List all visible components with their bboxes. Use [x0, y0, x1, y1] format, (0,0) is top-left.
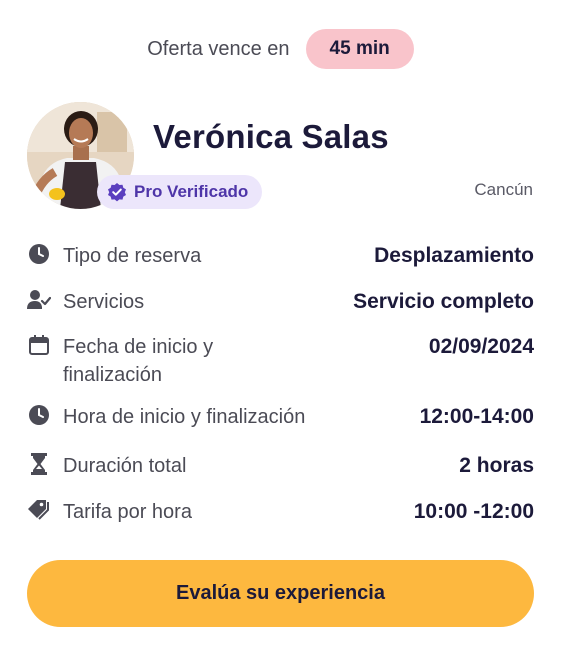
detail-row-booking-type: Tipo de reserva Desplazamiento — [27, 242, 534, 270]
detail-value: 12:00-14:00 — [419, 405, 534, 428]
calendar-icon — [27, 333, 51, 357]
verified-badge: Pro Verificado — [97, 175, 263, 209]
tags-icon — [27, 498, 51, 522]
detail-value: 10:00 -12:00 — [413, 500, 534, 523]
rate-experience-button[interactable]: Evalúa su experiencia — [27, 560, 534, 627]
detail-value: Desplazamiento — [374, 244, 534, 267]
detail-value: 02/09/2024 — [428, 335, 534, 358]
detail-label: Tipo de reserva — [63, 245, 202, 267]
detail-label: Hora de inicio y finalización — [63, 406, 306, 428]
detail-label: Tarifa por hora — [63, 501, 192, 523]
detail-value: Servicio completo — [353, 290, 534, 313]
detail-label: Fecha de inicio y finalización — [63, 336, 214, 386]
offer-time-badge: 45 min — [305, 29, 414, 69]
detail-row-rate: Tarifa por hora 10:00 -12:00 — [27, 498, 534, 526]
clock-icon — [27, 403, 51, 427]
verified-badge-label: Pro Verificado — [134, 182, 249, 201]
detail-row-time: Hora de inicio y finalización 12:00-14:0… — [27, 403, 534, 431]
offer-label: Oferta vence en — [147, 37, 290, 60]
city-label: Cancún — [474, 180, 533, 199]
offer-timer: Oferta vence en 45 min — [0, 28, 561, 70]
worker-name: Verónica Salas — [153, 118, 389, 155]
detail-value: 2 horas — [459, 454, 534, 477]
detail-label: Servicios — [63, 291, 145, 313]
verified-check-icon — [107, 182, 127, 202]
booking-card: Oferta vence en 45 min Verónica Salas Pr… — [0, 0, 561, 654]
detail-row-services: Servicios Servicio completo — [27, 288, 534, 316]
detail-label: Duración total — [63, 455, 187, 477]
detail-row-duration: Duración total 2 horas — [27, 452, 534, 480]
user-check-icon — [27, 288, 51, 312]
clock-icon — [27, 242, 51, 266]
hourglass-icon — [27, 452, 51, 476]
detail-row-date: Fecha de inicio y finalización 02/09/202… — [27, 333, 534, 389]
